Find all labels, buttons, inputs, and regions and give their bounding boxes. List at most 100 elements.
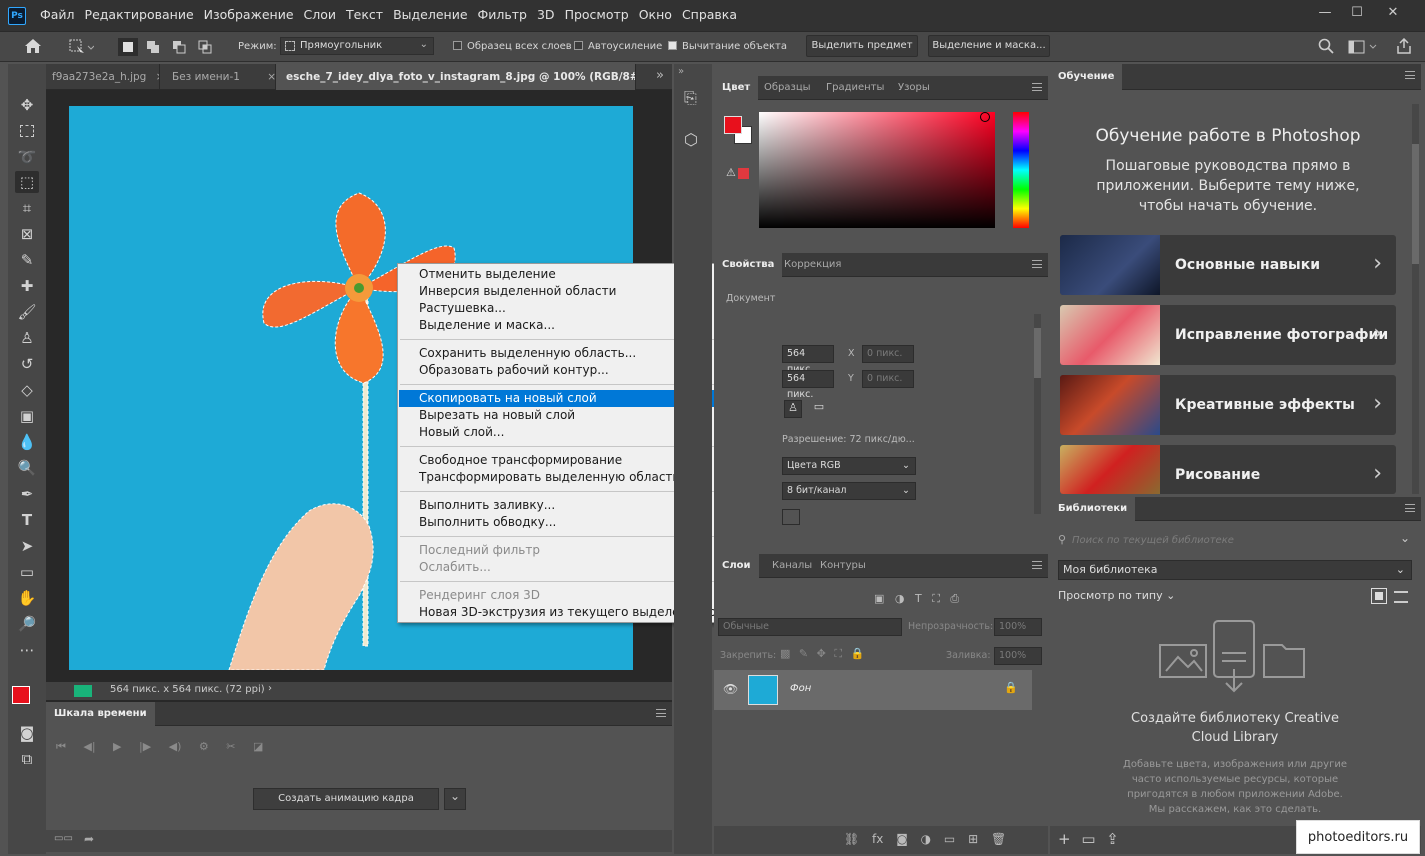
object-subtract-checkbox[interactable]: Вычитание объекта bbox=[668, 41, 787, 52]
collapse-icon[interactable]: » bbox=[678, 66, 684, 77]
color-fg-swatch[interactable] bbox=[724, 116, 742, 134]
quick-mask-icon[interactable]: ◙ bbox=[15, 722, 39, 744]
fill-field[interactable]: 100% bbox=[994, 647, 1042, 665]
type-tool-icon[interactable]: T bbox=[15, 509, 39, 531]
select-and-mask-button[interactable]: Выделение и маска... bbox=[928, 35, 1050, 57]
3d-panel-icon[interactable]: ⬡ bbox=[684, 130, 698, 149]
learn-card-painting[interactable]: Рисование › bbox=[1060, 445, 1396, 494]
select-subject-button[interactable]: Выделить предмет bbox=[806, 35, 918, 57]
auto-enhance-checkbox[interactable]: Автоусиление bbox=[574, 41, 662, 52]
bit-depth-select[interactable]: 8 бит/канал ⌄ bbox=[782, 482, 916, 500]
pen-tool-icon[interactable]: ✒ bbox=[15, 483, 39, 505]
color-mode-select[interactable]: Цвета RGB ⌄ bbox=[782, 457, 916, 475]
hand-tool-icon[interactable]: ✋ bbox=[15, 587, 39, 609]
learn-scrollbar[interactable] bbox=[1412, 104, 1419, 494]
height-field[interactable]: 564 пикс. bbox=[782, 370, 834, 400]
tab-learn[interactable]: Обучение bbox=[1050, 64, 1123, 90]
grid-view-icon[interactable] bbox=[1371, 588, 1387, 604]
marquee-tool-icon[interactable] bbox=[15, 120, 39, 142]
properties-scrollbar[interactable] bbox=[1034, 314, 1041, 514]
tab-timeline[interactable]: Шкала времени bbox=[46, 702, 155, 726]
status-menu-arrow[interactable]: › bbox=[268, 683, 272, 694]
tab-swatches[interactable]: Образцы bbox=[756, 76, 819, 100]
timeline-playback-controls[interactable]: ⏮ ◀| ▶ |▶ ◀) ⚙ ✂ ◪ bbox=[56, 740, 326, 756]
more-tools-icon[interactable]: ⋯ bbox=[15, 639, 39, 661]
chevron-down-icon[interactable]: ⌄ bbox=[1400, 531, 1410, 545]
blend-mode-select[interactable]: Обычные bbox=[718, 618, 902, 636]
film-icon[interactable]: ▭▭ bbox=[54, 833, 73, 844]
library-select[interactable]: Моя библиотека ⌄ bbox=[1058, 560, 1412, 580]
tab-patterns[interactable]: Узоры bbox=[890, 76, 938, 100]
menu-window[interactable]: Окно bbox=[639, 7, 672, 22]
landscape-icon[interactable]: ▭ bbox=[810, 400, 828, 418]
close-window-button[interactable]: ✕ bbox=[1378, 2, 1408, 24]
tabs-overflow-icon[interactable]: » bbox=[656, 68, 664, 83]
create-frame-animation-button[interactable]: Создать анимацию кадра bbox=[253, 788, 439, 810]
width-field[interactable]: 564 пикс. bbox=[782, 345, 834, 375]
sample-all-layers-checkbox[interactable]: Образец всех слоев bbox=[453, 41, 572, 52]
tab-paths[interactable]: Контуры bbox=[812, 554, 874, 578]
learn-card-photo-fix[interactable]: Исправление фотографии › bbox=[1060, 305, 1396, 365]
home-button[interactable] bbox=[24, 38, 42, 58]
chevron-down-icon[interactable]: ⌄ bbox=[444, 788, 466, 810]
menu-edit[interactable]: Редактирование bbox=[85, 7, 194, 22]
panel-menu-icon[interactable] bbox=[1032, 83, 1042, 91]
menu-type[interactable]: Текст bbox=[346, 7, 383, 22]
share-icon[interactable] bbox=[1396, 37, 1412, 58]
lasso-tool-icon[interactable]: ➰ bbox=[15, 146, 39, 168]
menu-filter[interactable]: Фильтр bbox=[478, 7, 527, 22]
tab-adjustments[interactable]: Коррекция bbox=[776, 253, 849, 277]
rectangle-tool-icon[interactable]: ▭ bbox=[15, 561, 39, 583]
y-field[interactable]: 0 пикс. bbox=[862, 370, 914, 388]
lock-icons[interactable]: ▩ ✎ ✥ ⛶ 🔒 bbox=[780, 647, 890, 661]
list-view-icon[interactable] bbox=[1394, 591, 1408, 603]
workspace-icon[interactable] bbox=[1348, 39, 1378, 58]
path-selection-icon[interactable]: ➤ bbox=[15, 535, 39, 557]
close-icon[interactable]: × bbox=[267, 71, 275, 83]
blur-tool-icon[interactable]: 💧 bbox=[15, 431, 39, 453]
minimize-button[interactable]: — bbox=[1310, 2, 1340, 24]
layer-name[interactable]: Фон bbox=[790, 683, 811, 694]
layer-row-background[interactable]: 👁 Фон 🔒 bbox=[714, 670, 1032, 710]
menu-file[interactable]: Файл bbox=[40, 7, 75, 22]
crop-tool-icon[interactable]: ⌗ bbox=[15, 197, 39, 219]
brush-tool-icon[interactable]: 🖌 bbox=[15, 301, 39, 323]
menu-layers[interactable]: Слои bbox=[304, 7, 337, 22]
menu-select[interactable]: Выделение bbox=[393, 7, 467, 22]
gamut-color-chip[interactable] bbox=[738, 168, 749, 179]
tab-document-1[interactable]: f9aa273e2a_h.jpg × bbox=[46, 64, 160, 90]
opacity-field[interactable]: 100% bbox=[994, 618, 1042, 636]
tab-document-active[interactable]: esche_7_idey_dlya_foto_v_instagram_8.jpg… bbox=[276, 64, 636, 90]
panel-menu-icon[interactable] bbox=[1405, 504, 1415, 512]
gamut-warning-icon[interactable]: ⚠ bbox=[726, 166, 736, 179]
eyedropper-tool-icon[interactable]: ✎ bbox=[15, 249, 39, 271]
gradient-tool-icon[interactable]: ▣ bbox=[15, 405, 39, 427]
canvas-color-swatch[interactable] bbox=[782, 509, 800, 525]
menu-image[interactable]: Изображение bbox=[204, 7, 294, 22]
menu-3d[interactable]: 3D bbox=[537, 7, 555, 22]
panel-menu-icon[interactable] bbox=[1405, 71, 1415, 79]
layer-filter-icons[interactable]: ▣ ◑ T ⛶ ⎙ bbox=[874, 592, 1004, 608]
menu-view[interactable]: Просмотр bbox=[565, 7, 629, 22]
tab-layers[interactable]: Слои bbox=[714, 554, 759, 578]
move-tool-icon[interactable]: ✥ bbox=[15, 94, 39, 116]
mode-select[interactable]: Прямоугольник ⌄ bbox=[280, 37, 434, 55]
eye-icon[interactable]: 👁 bbox=[723, 682, 738, 696]
frame-tool-icon[interactable]: ⊠ bbox=[15, 223, 39, 245]
layer-action-icons[interactable]: ⛓ fx ◙ ◑ ▭ ⊞ 🗑 bbox=[844, 832, 1006, 846]
tab-color[interactable]: Цвет bbox=[714, 76, 759, 100]
tab-document-2[interactable]: Без имени-1 × bbox=[160, 64, 276, 90]
dodge-tool-icon[interactable]: 🔍 bbox=[15, 457, 39, 479]
zoom-tool-icon[interactable]: 🔎 bbox=[15, 613, 39, 635]
healing-brush-icon[interactable]: ✚ bbox=[15, 275, 39, 297]
learn-card-creative[interactable]: Креативные эффекты › bbox=[1060, 375, 1396, 435]
history-panel-icon[interactable]: ⎘ bbox=[684, 88, 697, 108]
library-search-input[interactable]: Поиск по текущей библиотеке bbox=[1072, 535, 1234, 546]
color-field[interactable] bbox=[759, 112, 995, 228]
library-action-icons[interactable]: + ▭ ⇪ bbox=[1058, 830, 1119, 848]
convert-icon[interactable]: ➦ bbox=[84, 832, 94, 846]
clone-stamp-icon[interactable]: ♙ bbox=[15, 327, 39, 349]
x-field[interactable]: 0 пикс. bbox=[862, 345, 914, 363]
screen-mode-icon[interactable]: ⧉ bbox=[15, 748, 39, 770]
tab-properties[interactable]: Свойства bbox=[714, 253, 783, 277]
